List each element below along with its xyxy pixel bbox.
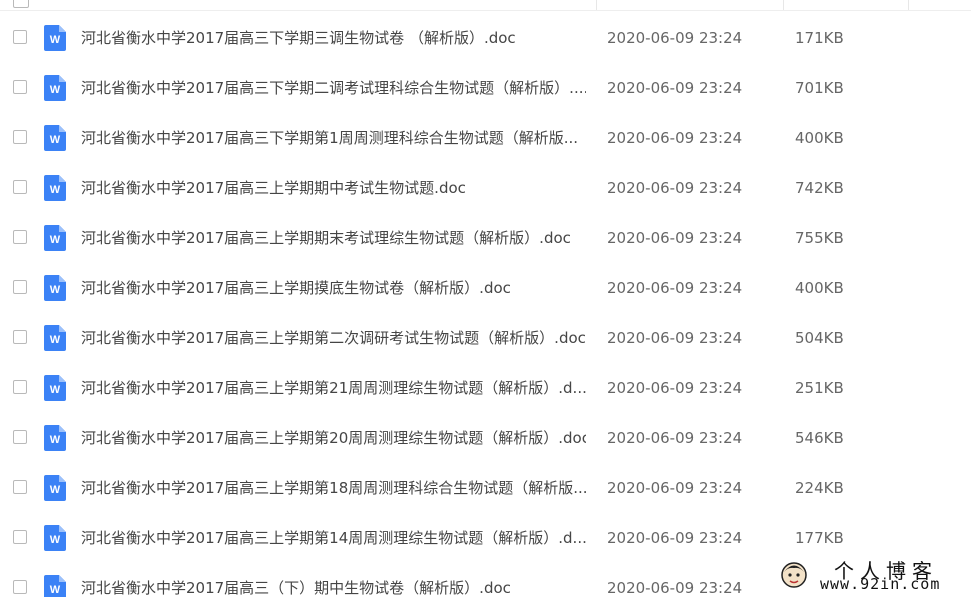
svg-text:W: W bbox=[50, 284, 61, 296]
word-doc-icon: W bbox=[44, 425, 66, 451]
file-modified-date: 2020-06-09 23:24 bbox=[607, 279, 743, 297]
file-modified-date: 2020-06-09 23:24 bbox=[607, 79, 743, 97]
file-name-link[interactable]: 河北省衡水中学2017届高三（下）期中生物试卷（解析版）.doc bbox=[81, 578, 586, 597]
file-row[interactable]: W 河北省衡水中学2017届高三上学期第二次调研考试生物试题（解析版）.doc 20… bbox=[0, 313, 971, 363]
file-modified-date: 2020-06-09 23:24 bbox=[607, 529, 743, 547]
file-size: 171KB bbox=[795, 29, 844, 47]
file-name-link[interactable]: 河北省衡水中学2017届高三上学期期中考试生物试题.doc bbox=[81, 178, 586, 198]
file-name-link[interactable]: 河北省衡水中学2017届高三上学期摸底生物试卷（解析版）.doc bbox=[81, 278, 586, 298]
word-doc-icon: W bbox=[44, 575, 66, 597]
row-checkbox[interactable] bbox=[13, 80, 27, 94]
file-name-link[interactable]: 河北省衡水中学2017届高三上学期第18周周测理科综合生物试题（解析版... bbox=[81, 478, 586, 498]
avatar-logo-icon bbox=[781, 562, 807, 588]
word-doc-icon: W bbox=[44, 475, 66, 501]
column-divider[interactable] bbox=[908, 0, 909, 10]
file-name-link[interactable]: 河北省衡水中学2017届高三下学期三调生物试卷 （解析版）.doc bbox=[81, 28, 586, 48]
row-checkbox[interactable] bbox=[13, 530, 27, 544]
file-list: W 河北省衡水中学2017届高三下学期三调生物试卷 （解析版）.doc 2020-0… bbox=[0, 13, 971, 597]
row-checkbox[interactable] bbox=[13, 380, 27, 394]
file-modified-date: 2020-06-09 23:24 bbox=[607, 579, 743, 597]
blog-watermark: 个人博客 www.92in.com bbox=[772, 553, 971, 597]
word-doc-icon: W bbox=[44, 325, 66, 351]
file-modified-date: 2020-06-09 23:24 bbox=[607, 429, 743, 447]
row-checkbox[interactable] bbox=[13, 30, 27, 44]
row-checkbox[interactable] bbox=[13, 580, 27, 594]
file-size: 400KB bbox=[795, 129, 844, 147]
svg-text:W: W bbox=[50, 584, 61, 596]
svg-text:W: W bbox=[50, 234, 61, 246]
file-row[interactable]: W 河北省衡水中学2017届高三上学期期中考试生物试题.doc 2020-06-09… bbox=[0, 163, 971, 213]
file-row[interactable]: W 河北省衡水中学2017届高三下学期第1周周测理科综合生物试题（解析版... 20… bbox=[0, 113, 971, 163]
file-name-link[interactable]: 河北省衡水中学2017届高三下学期二调考试理科综合生物试题（解析版）.... bbox=[81, 78, 586, 98]
file-row[interactable]: W 河北省衡水中学2017届高三下学期三调生物试卷 （解析版）.doc 2020-0… bbox=[0, 13, 971, 63]
file-modified-date: 2020-06-09 23:24 bbox=[607, 29, 743, 47]
file-row[interactable]: W 河北省衡水中学2017届高三上学期第18周周测理科综合生物试题（解析版... 2… bbox=[0, 463, 971, 513]
file-size: 224KB bbox=[795, 479, 844, 497]
column-divider[interactable] bbox=[596, 0, 597, 10]
svg-text:W: W bbox=[50, 184, 61, 196]
svg-text:W: W bbox=[50, 384, 61, 396]
row-checkbox[interactable] bbox=[13, 130, 27, 144]
file-size: 755KB bbox=[795, 229, 844, 247]
file-name-link[interactable]: 河北省衡水中学2017届高三上学期第21周周测理综生物试题（解析版）.d... bbox=[81, 378, 586, 398]
word-doc-icon: W bbox=[44, 125, 66, 151]
svg-text:W: W bbox=[50, 484, 61, 496]
file-row[interactable]: W 河北省衡水中学2017届高三上学期第21周周测理综生物试题（解析版）.d...… bbox=[0, 363, 971, 413]
file-row[interactable]: W 河北省衡水中学2017届高三上学期摸底生物试卷（解析版）.doc 2020-06… bbox=[0, 263, 971, 313]
file-name-link[interactable]: 河北省衡水中学2017届高三下学期第1周周测理科综合生物试题（解析版... bbox=[81, 128, 586, 148]
file-name-link[interactable]: 河北省衡水中学2017届高三上学期第二次调研考试生物试题（解析版）.doc bbox=[81, 328, 586, 348]
file-size: 251KB bbox=[795, 379, 844, 397]
svg-text:W: W bbox=[50, 134, 61, 146]
list-header-strip bbox=[0, 0, 971, 11]
file-size: 400KB bbox=[795, 279, 844, 297]
file-size: 701KB bbox=[795, 79, 844, 97]
row-checkbox[interactable] bbox=[13, 230, 27, 244]
svg-text:W: W bbox=[50, 534, 61, 546]
svg-text:W: W bbox=[50, 334, 61, 346]
file-modified-date: 2020-06-09 23:24 bbox=[607, 179, 743, 197]
svg-text:W: W bbox=[50, 434, 61, 446]
file-list-page: W 河北省衡水中学2017届高三下学期三调生物试卷 （解析版）.doc 2020-0… bbox=[0, 0, 971, 597]
file-name-link[interactable]: 河北省衡水中学2017届高三上学期第14周周测理综生物试题（解析版）.d... bbox=[81, 528, 586, 548]
file-row[interactable]: W 河北省衡水中学2017届高三上学期期末考试理综生物试题（解析版）.doc 202… bbox=[0, 213, 971, 263]
file-size: 742KB bbox=[795, 179, 844, 197]
file-modified-date: 2020-06-09 23:24 bbox=[607, 129, 743, 147]
column-divider[interactable] bbox=[783, 0, 784, 10]
file-size: 546KB bbox=[795, 429, 844, 447]
watermark-url: www.92in.com bbox=[820, 575, 941, 593]
word-doc-icon: W bbox=[44, 375, 66, 401]
word-doc-icon: W bbox=[44, 525, 66, 551]
select-all-checkbox[interactable] bbox=[13, 0, 29, 8]
file-row[interactable]: W 河北省衡水中学2017届高三上学期第20周周测理综生物试题（解析版）.doc 2… bbox=[0, 413, 971, 463]
row-checkbox[interactable] bbox=[13, 430, 27, 444]
svg-text:W: W bbox=[50, 84, 61, 96]
file-name-link[interactable]: 河北省衡水中学2017届高三上学期第20周周测理综生物试题（解析版）.doc bbox=[81, 428, 586, 448]
word-doc-icon: W bbox=[44, 25, 66, 51]
svg-text:W: W bbox=[50, 34, 61, 46]
word-doc-icon: W bbox=[44, 225, 66, 251]
row-checkbox[interactable] bbox=[13, 480, 27, 494]
file-name-link[interactable]: 河北省衡水中学2017届高三上学期期末考试理综生物试题（解析版）.doc bbox=[81, 228, 586, 248]
file-row[interactable]: W 河北省衡水中学2017届高三下学期二调考试理科综合生物试题（解析版）.... 2… bbox=[0, 63, 971, 113]
word-doc-icon: W bbox=[44, 275, 66, 301]
file-size: 177KB bbox=[795, 529, 844, 547]
file-modified-date: 2020-06-09 23:24 bbox=[607, 329, 743, 347]
file-modified-date: 2020-06-09 23:24 bbox=[607, 379, 743, 397]
row-checkbox[interactable] bbox=[13, 330, 27, 344]
word-doc-icon: W bbox=[44, 175, 66, 201]
file-modified-date: 2020-06-09 23:24 bbox=[607, 479, 743, 497]
file-modified-date: 2020-06-09 23:24 bbox=[607, 229, 743, 247]
word-doc-icon: W bbox=[44, 75, 66, 101]
row-checkbox[interactable] bbox=[13, 280, 27, 294]
file-size: 504KB bbox=[795, 329, 844, 347]
row-checkbox[interactable] bbox=[13, 180, 27, 194]
